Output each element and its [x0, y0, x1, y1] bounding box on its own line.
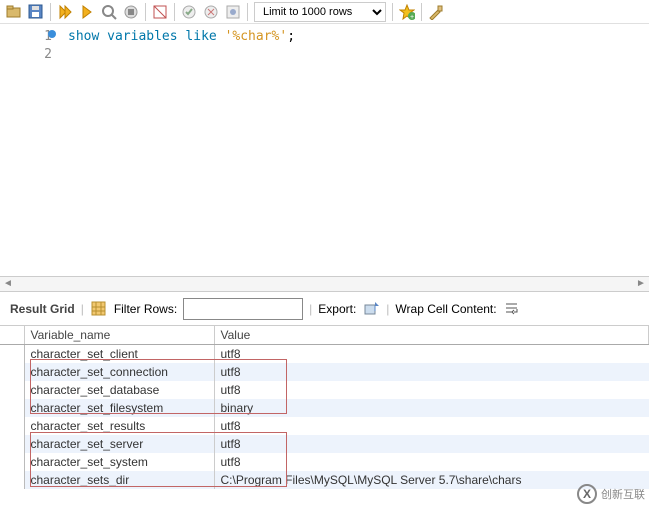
main-toolbar: Limit to 1000 rows +	[0, 0, 649, 24]
row-header[interactable]	[0, 417, 24, 435]
row-header[interactable]	[0, 363, 24, 381]
scroll-left-icon[interactable]: ◄	[0, 277, 16, 291]
result-grid-label: Result Grid	[10, 302, 75, 316]
rollback-icon[interactable]	[201, 2, 221, 22]
separator: |	[386, 302, 389, 316]
table-row[interactable]: character_set_databaseutf8	[0, 381, 649, 399]
sql-string: '%char%'	[225, 29, 288, 44]
cell-value[interactable]: utf8	[214, 453, 649, 471]
sql-keyword: like	[185, 29, 216, 44]
commit-icon[interactable]	[179, 2, 199, 22]
cell-variable[interactable]: character_set_server	[24, 435, 214, 453]
beautify-icon[interactable]	[426, 2, 446, 22]
cell-variable[interactable]: character_set_client	[24, 345, 214, 364]
autocommit-icon[interactable]	[223, 2, 243, 22]
separator	[145, 3, 146, 21]
scroll-right-icon[interactable]: ►	[633, 277, 649, 291]
open-file-icon[interactable]	[4, 2, 24, 22]
breakpoint-icon	[48, 30, 56, 38]
save-icon[interactable]	[26, 2, 46, 22]
line-number: 1	[0, 28, 52, 46]
watermark-text: 创新互联	[601, 486, 645, 502]
wrap-label: Wrap Cell Content:	[395, 302, 496, 316]
sql-keyword: variables	[107, 29, 177, 44]
table-row[interactable]: character_set_systemutf8	[0, 453, 649, 471]
export-icon[interactable]	[362, 300, 380, 318]
cell-variable[interactable]: character_sets_dir	[24, 471, 214, 489]
table-row[interactable]: character_set_connectionutf8	[0, 363, 649, 381]
watermark: X 创新互联	[577, 484, 645, 504]
table-row[interactable]: character_set_clientutf8	[0, 345, 649, 364]
column-header[interactable]: Value	[214, 326, 649, 345]
line-gutter: 1 2	[0, 24, 60, 276]
watermark-logo-icon: X	[577, 484, 597, 504]
export-label: Export:	[318, 302, 356, 316]
result-toolbar: Result Grid | Filter Rows: | Export: | W…	[0, 292, 649, 326]
row-header-blank	[0, 326, 24, 345]
line-number: 2	[0, 46, 52, 64]
cell-value[interactable]: utf8	[214, 381, 649, 399]
explain-icon[interactable]	[99, 2, 119, 22]
cell-variable[interactable]: character_set_filesystem	[24, 399, 214, 417]
cell-value[interactable]: utf8	[214, 363, 649, 381]
separator	[392, 3, 393, 21]
execute-current-icon[interactable]	[77, 2, 97, 22]
cell-variable[interactable]: character_set_connection	[24, 363, 214, 381]
row-header[interactable]	[0, 345, 24, 364]
commit-off-icon[interactable]	[150, 2, 170, 22]
header-row: Variable_name Value	[0, 326, 649, 345]
sql-editor[interactable]: 1 2 show variables like '%char%';	[0, 24, 649, 276]
separator	[174, 3, 175, 21]
row-header[interactable]	[0, 381, 24, 399]
stop-icon[interactable]	[121, 2, 141, 22]
cell-variable[interactable]: character_set_system	[24, 453, 214, 471]
row-header[interactable]	[0, 471, 24, 489]
separator: |	[81, 302, 84, 316]
cell-variable[interactable]: character_set_results	[24, 417, 214, 435]
filter-input[interactable]	[183, 298, 303, 320]
row-header[interactable]	[0, 399, 24, 417]
cell-variable[interactable]: character_set_database	[24, 381, 214, 399]
separator	[421, 3, 422, 21]
separator	[50, 3, 51, 21]
table-row[interactable]: character_set_filesystembinary	[0, 399, 649, 417]
separator	[247, 3, 248, 21]
svg-text:+: +	[410, 14, 414, 20]
grid-view-icon[interactable]	[90, 300, 108, 318]
separator: |	[309, 302, 312, 316]
cell-value[interactable]: utf8	[214, 417, 649, 435]
wrap-icon[interactable]	[503, 300, 521, 318]
limit-select[interactable]: Limit to 1000 rows	[254, 2, 386, 22]
column-header[interactable]: Variable_name	[24, 326, 214, 345]
sql-keyword: show	[68, 29, 99, 44]
filter-label: Filter Rows:	[114, 302, 177, 316]
cell-value[interactable]: utf8	[214, 345, 649, 364]
execute-icon[interactable]	[55, 2, 75, 22]
cell-value[interactable]: binary	[214, 399, 649, 417]
result-grid[interactable]: Variable_name Value character_set_client…	[0, 326, 649, 489]
table-row[interactable]: character_set_serverutf8	[0, 435, 649, 453]
table-row[interactable]: character_sets_dirC:\Program Files\MySQL…	[0, 471, 649, 489]
row-header[interactable]	[0, 435, 24, 453]
cell-value[interactable]: utf8	[214, 435, 649, 453]
code-area[interactable]: show variables like '%char%';	[60, 24, 649, 276]
horizontal-scrollbar[interactable]: ◄ ►	[0, 276, 649, 292]
table-row[interactable]: character_set_resultsutf8	[0, 417, 649, 435]
favorite-icon[interactable]: +	[397, 2, 417, 22]
sql-text: ;	[287, 29, 295, 44]
row-header[interactable]	[0, 453, 24, 471]
